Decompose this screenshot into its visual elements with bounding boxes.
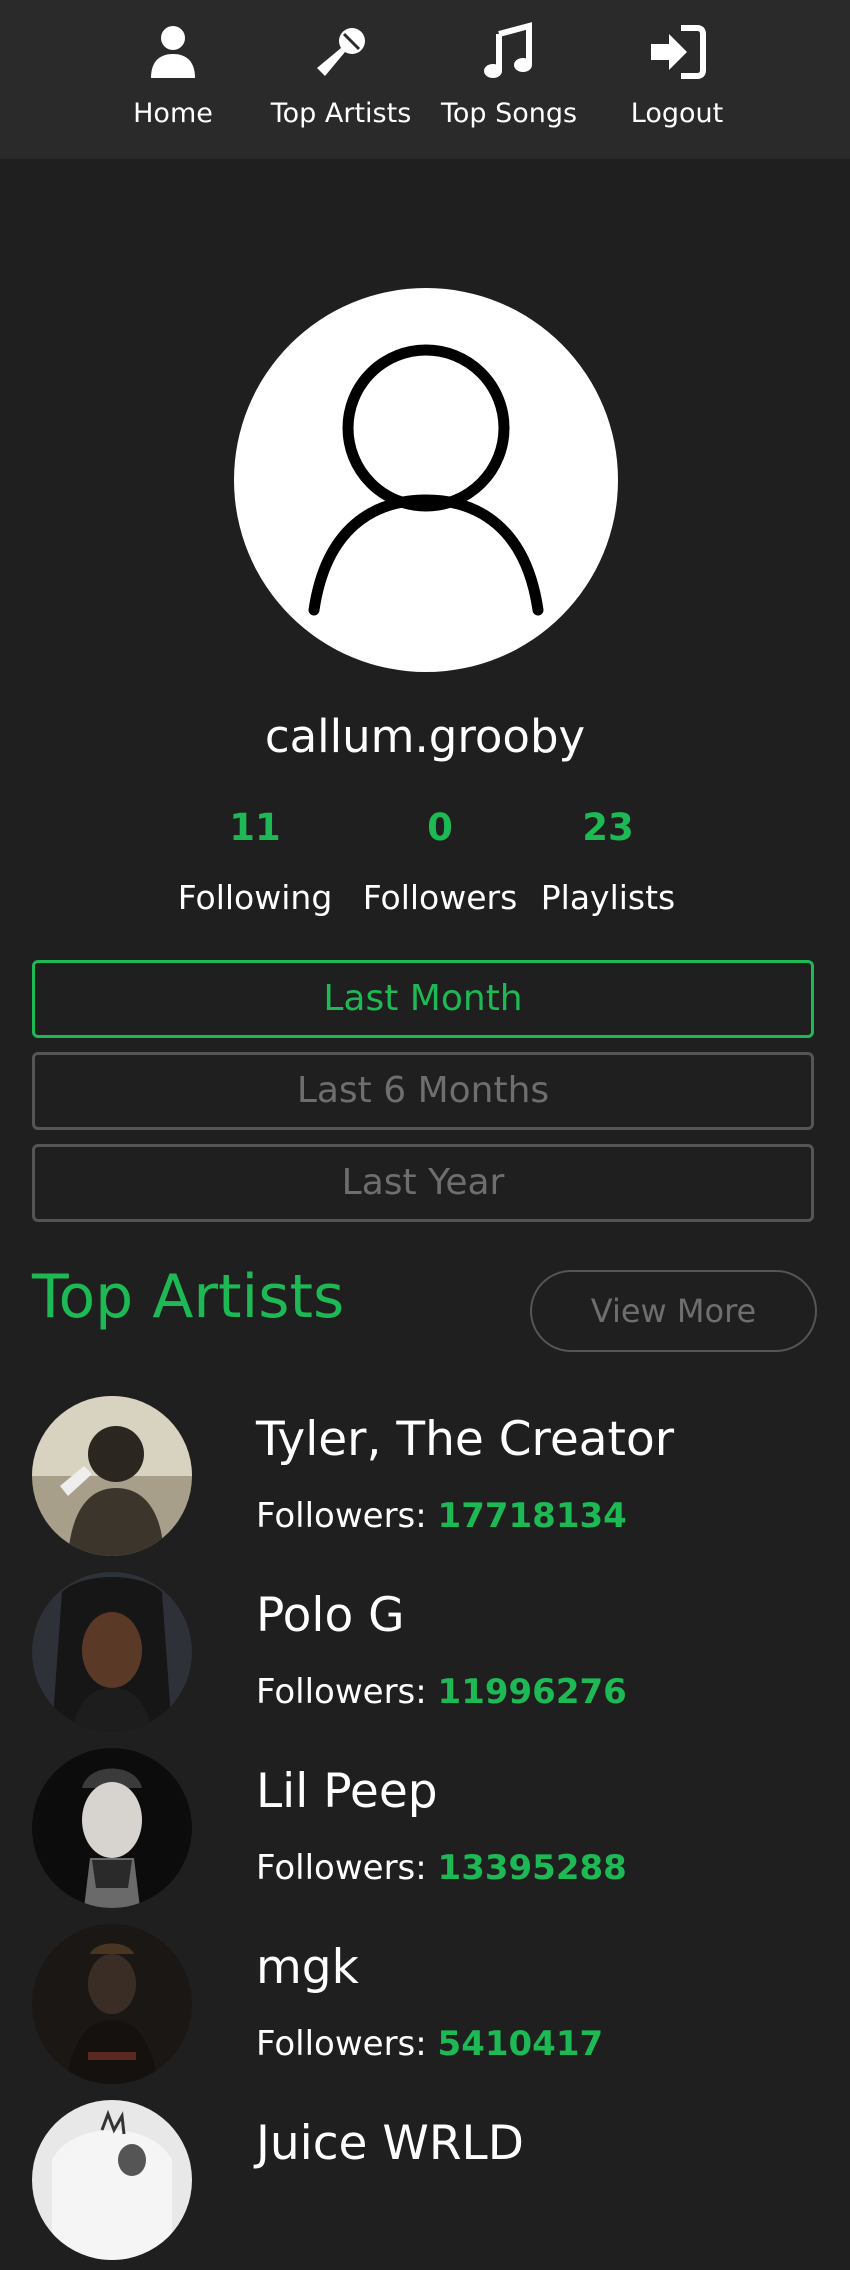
artist-row[interactable]: Juice WRLD: [0, 2100, 850, 2270]
stat-playlists-value: 23: [582, 806, 634, 849]
artist-photo: [32, 1924, 192, 2084]
nav-logout[interactable]: Logout: [593, 0, 761, 159]
artist-photo: [32, 1572, 192, 1732]
profile-avatar: [234, 288, 618, 672]
range-last-year-button[interactable]: Last Year: [32, 1144, 814, 1222]
nav-top-songs[interactable]: Top Songs: [425, 0, 593, 159]
artist-followers: Followers: 11996276: [256, 1672, 627, 1712]
followers-count: 13395288: [437, 1848, 627, 1888]
stat-following-value: 11: [229, 806, 281, 849]
followers-count: 5410417: [437, 2024, 604, 2064]
stat-following-label: Following: [177, 878, 333, 917]
artist-followers: Followers: 17718134: [256, 1496, 627, 1536]
stat-followers-value: 0: [427, 806, 453, 849]
stat-playlists-label: Playlists: [540, 878, 676, 917]
sign-in-icon: [651, 25, 706, 79]
top-artists-title: Top Artists: [32, 1262, 345, 1332]
artist-name: Juice WRLD: [256, 2116, 524, 2171]
artist-row[interactable]: Polo G Followers: 11996276: [0, 1572, 850, 1742]
followers-count: 17718134: [437, 1496, 627, 1536]
artist-name: Polo G: [256, 1588, 405, 1643]
artist-row[interactable]: mgk Followers: 5410417: [0, 1924, 850, 2094]
nav-home-label: Home: [133, 98, 213, 129]
artist-name: Lil Peep: [256, 1764, 438, 1819]
nav-top-songs-label: Top Songs: [440, 98, 578, 129]
artist-row[interactable]: Tyler, The Creator Followers: 17718134: [0, 1396, 850, 1566]
followers-label: Followers:: [256, 2024, 427, 2064]
nav-home[interactable]: Home: [89, 0, 257, 159]
nav-top-artists[interactable]: Top Artists: [257, 0, 425, 159]
view-more-button[interactable]: View More: [530, 1270, 817, 1352]
nav-top-artists-label: Top Artists: [270, 98, 412, 129]
nav-logout-label: Logout: [630, 98, 724, 129]
artist-name: mgk: [256, 1940, 359, 1995]
artist-photo: [32, 1396, 192, 1556]
stat-followers-label: Followers: [362, 878, 518, 917]
followers-label: Followers:: [256, 1496, 427, 1536]
artist-followers: Followers: 5410417: [256, 2024, 603, 2064]
artist-photo: [32, 1748, 192, 1908]
artist-photo: [32, 2100, 192, 2260]
microphone-icon: [317, 28, 365, 76]
artist-row[interactable]: Lil Peep Followers: 13395288: [0, 1748, 850, 1918]
music-note-icon: [484, 22, 532, 78]
profile-username: callum.grooby: [264, 710, 586, 763]
range-last-6-months-button[interactable]: Last 6 Months: [32, 1052, 814, 1130]
artist-name: Tyler, The Creator: [256, 1412, 675, 1467]
followers-count: 11996276: [437, 1672, 627, 1712]
followers-label: Followers:: [256, 1672, 427, 1712]
avatar-user-icon: [308, 344, 544, 616]
followers-label: Followers:: [256, 1848, 427, 1888]
range-last-month-button[interactable]: Last Month: [32, 960, 814, 1038]
artist-followers: Followers: 13395288: [256, 1848, 627, 1888]
user-icon: [151, 26, 195, 78]
top-navigation: Home Top Artists Top Songs Logout: [0, 0, 850, 159]
